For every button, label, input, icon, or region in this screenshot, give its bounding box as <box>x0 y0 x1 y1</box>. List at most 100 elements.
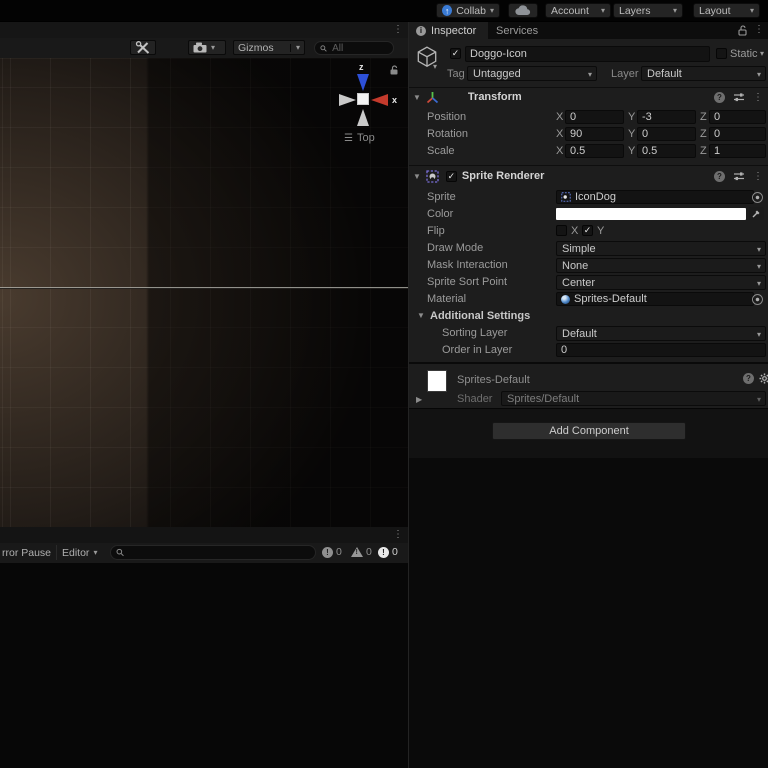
help-icon[interactable]: ? <box>714 91 725 103</box>
flip-y-checkbox[interactable]: ✓ <box>582 225 593 236</box>
camera-icon <box>193 42 207 53</box>
tab-inspector[interactable]: i Inspector <box>409 22 488 39</box>
help-icon[interactable]: ? <box>743 373 754 384</box>
scale-x-field[interactable]: 0.5 <box>565 144 624 158</box>
add-component-button[interactable]: Add Component <box>492 422 686 440</box>
foldout-arrow-icon[interactable]: ▼ <box>413 93 421 102</box>
sorting-layer-dropdown[interactable]: Default ▾ <box>556 326 766 341</box>
rotation-x-field[interactable]: 90 <box>565 127 624 141</box>
position-row: Position X 0 Y -3 Z 0 <box>409 109 768 125</box>
help-icon[interactable]: ? <box>714 170 725 182</box>
rotation-y-field[interactable]: 0 <box>637 127 696 141</box>
scene-menu-kebab-icon[interactable]: ⋮ <box>393 24 403 35</box>
rotation-z-field[interactable]: 0 <box>709 127 766 141</box>
presets-icon[interactable] <box>733 91 745 103</box>
material-row: Material Sprites-Default <box>409 291 768 307</box>
gameobject-enabled-checkbox[interactable]: ✓ <box>450 48 461 59</box>
object-picker-icon[interactable] <box>752 294 763 305</box>
console-log-area[interactable] <box>0 563 408 768</box>
mask-interaction-dropdown[interactable]: None ▾ <box>556 258 766 273</box>
component-menu-kebab-icon[interactable]: ⋮ <box>753 171 763 182</box>
position-x-field[interactable]: 0 <box>565 110 624 124</box>
chevron-down-icon: ▾ <box>749 5 754 15</box>
scene-viewport[interactable]: z x ☰ Top <box>0 58 408 527</box>
error-count-toggle[interactable]: ! 0 <box>378 546 398 558</box>
chevron-down-icon: ▾ <box>289 43 300 52</box>
console-search[interactable] <box>110 545 316 560</box>
gizmo-z-cone[interactable] <box>357 74 369 91</box>
draw-mode-label: Draw Mode <box>427 242 484 254</box>
sprite-renderer-enabled-checkbox[interactable]: ✓ <box>445 170 457 182</box>
scale-z-field[interactable]: 1 <box>709 144 766 158</box>
material-object-field[interactable]: Sprites-Default <box>556 292 754 306</box>
gizmo-down-cone[interactable] <box>357 109 369 126</box>
gear-icon[interactable] <box>759 373 768 384</box>
cloud-services-button[interactable] <box>508 3 538 18</box>
component-menu-kebab-icon[interactable]: ⋮ <box>753 92 763 103</box>
gizmo-center-cube[interactable] <box>357 93 369 105</box>
scale-y-field[interactable]: 0.5 <box>637 144 696 158</box>
tag-dropdown[interactable]: Untagged ▾ <box>467 66 597 81</box>
layers-dropdown[interactable]: Layers ▾ <box>613 3 683 18</box>
error-pause-button[interactable]: rror Pause <box>2 545 51 561</box>
draw-mode-dropdown[interactable]: Simple ▾ <box>556 241 766 256</box>
object-picker-icon[interactable] <box>752 192 763 203</box>
inspector-menu-kebab-icon[interactable]: ⋮ <box>754 24 764 35</box>
eyedropper-button[interactable] <box>749 207 764 220</box>
scene-search-input[interactable] <box>330 41 388 55</box>
static-checkbox[interactable] <box>716 48 727 59</box>
axis-x-label: X <box>556 145 564 157</box>
order-in-layer-label: Order in Layer <box>442 344 513 356</box>
console-search-input[interactable] <box>127 546 310 559</box>
scale-label: Scale <box>427 145 455 157</box>
chevron-down-icon: ▾ <box>756 279 761 288</box>
sprite-renderer-title: Sprite Renderer <box>461 170 545 182</box>
console-toolbar: rror Pause Editor ▾ ! 0 ! 0 ! 0 <box>0 543 408 564</box>
warning-count-toggle[interactable]: ! 0 <box>351 546 372 558</box>
chevron-down-icon: ▾ <box>93 548 98 557</box>
layer-dropdown[interactable]: Default ▾ <box>641 66 766 81</box>
sorting-layer-row: Sorting Layer Default ▾ <box>409 325 768 341</box>
lock-icon[interactable] <box>737 25 748 36</box>
tab-services[interactable]: Services <box>496 25 538 37</box>
flip-row: Flip X ✓ Y <box>409 223 768 239</box>
order-in-layer-field[interactable]: 0 <box>556 343 766 357</box>
sprite-object-field[interactable]: IconDog <box>556 190 754 204</box>
editor-dropdown[interactable]: Editor ▾ <box>62 545 97 561</box>
sprite-renderer-header[interactable]: ▼ ✓ Sprite Renderer ? ⋮ <box>409 167 768 185</box>
material-footer-title: Sprites-Default <box>457 374 530 386</box>
foldout-arrow-icon[interactable]: ▼ <box>417 311 425 320</box>
foldout-arrow-icon[interactable]: ▶ <box>416 395 422 404</box>
console-menu-kebab-icon[interactable]: ⋮ <box>393 529 403 540</box>
position-z-field[interactable]: 0 <box>709 110 766 124</box>
position-y-field[interactable]: -3 <box>637 110 696 124</box>
additional-settings-row[interactable]: ▼ Additional Settings <box>409 308 768 324</box>
layers-label: Layers <box>619 4 651 17</box>
flip-x-checkbox[interactable] <box>556 225 567 236</box>
gizmo-lock-icon[interactable] <box>389 65 399 75</box>
shader-dropdown[interactable]: Sprites/Default ▾ <box>501 391 766 406</box>
gizmo-x-cone[interactable] <box>371 94 388 106</box>
gameobject-name-field[interactable]: Doggo-Icon <box>465 46 710 62</box>
info-count-toggle[interactable]: ! 0 <box>322 546 342 558</box>
gizmo-left-cone[interactable] <box>339 94 356 106</box>
presets-icon[interactable] <box>733 170 745 182</box>
scene-search[interactable] <box>314 41 394 55</box>
scene-tools-button[interactable] <box>130 40 156 55</box>
gizmos-dropdown[interactable]: Gizmos ▾ <box>233 40 305 55</box>
foldout-arrow-icon[interactable]: ▼ <box>413 172 421 181</box>
layout-dropdown[interactable]: Layout ▾ <box>693 3 760 18</box>
gameobject-icon-caret[interactable]: ▾ <box>433 63 437 71</box>
console-info-icon: ! <box>322 546 333 558</box>
collab-button[interactable]: ↑ Collab ▾ <box>436 3 500 18</box>
mask-interaction-row: Mask Interaction None ▾ <box>409 257 768 273</box>
color-swatch[interactable] <box>556 208 746 220</box>
account-dropdown[interactable]: Account ▾ <box>545 3 611 18</box>
static-caret[interactable]: ▾ <box>760 50 764 58</box>
rotation-row: Rotation X 90 Y 0 Z 0 <box>409 126 768 142</box>
material-preview-header[interactable]: Sprites-Default ? ▶ Shader Sprites/Defau… <box>409 364 768 408</box>
sprite-sort-point-dropdown[interactable]: Center ▾ <box>556 275 766 290</box>
gizmo-view-menu[interactable]: ☰ Top <box>344 132 375 144</box>
transform-header[interactable]: ▼ Transform ? ⋮ <box>409 88 768 106</box>
scene-camera-button[interactable]: ▾ <box>188 40 226 55</box>
